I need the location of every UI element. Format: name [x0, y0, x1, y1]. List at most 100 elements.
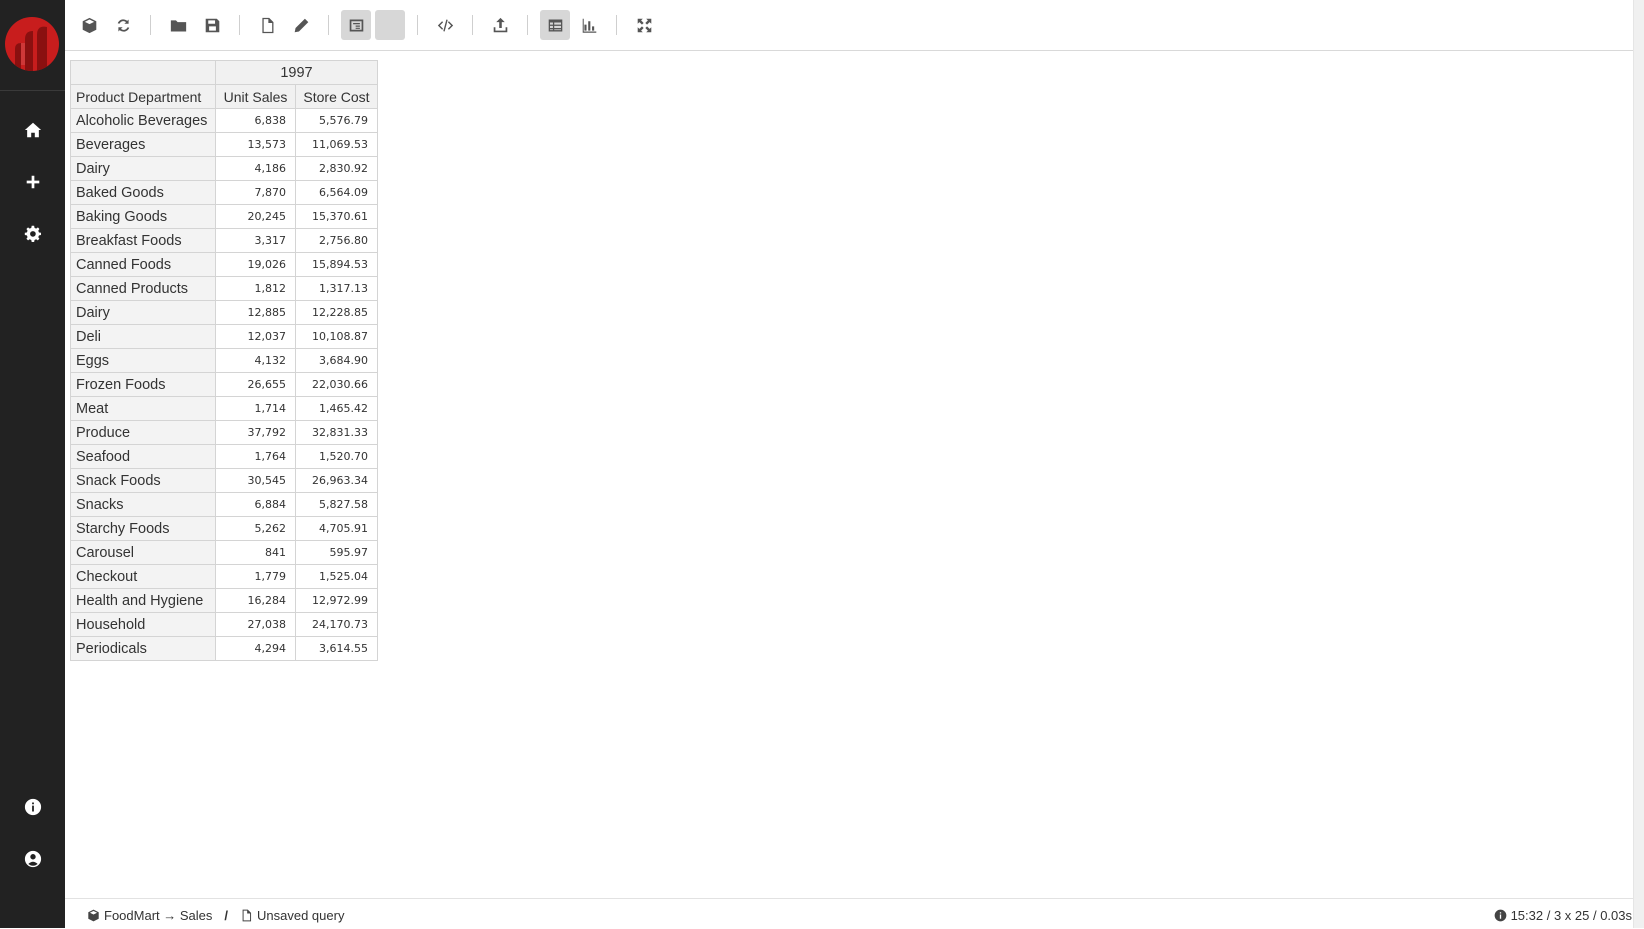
unit-sales-cell: 3,317: [215, 228, 296, 253]
row-header-cell[interactable]: Checkout: [70, 564, 216, 589]
save-query-button[interactable]: [197, 10, 227, 40]
table-row: Periodicals 4,294 3,614.55: [70, 636, 378, 661]
row-header-cell[interactable]: Baking Goods: [70, 204, 216, 229]
save-icon: [205, 18, 219, 32]
sidebar-item-settings[interactable]: [0, 214, 65, 254]
row-header-cell[interactable]: Snack Foods: [70, 468, 216, 493]
row-header-cell[interactable]: Dairy: [70, 300, 216, 325]
unit-sales-cell: 5,262: [215, 516, 296, 541]
store-cost-cell: 24,170.73: [295, 612, 378, 637]
table-row: Carousel 841 595.97: [70, 540, 378, 565]
table-row: Canned Foods 19,026 15,894.53: [70, 252, 378, 277]
row-header-cell[interactable]: Canned Foods: [70, 252, 216, 277]
unit-sales-cell: 4,132: [215, 348, 296, 373]
row-header-cell[interactable]: Seafood: [70, 444, 216, 469]
gear-icon: [24, 225, 41, 243]
store-cost-cell: 22,030.66: [295, 372, 378, 397]
unit-sales-cell: 6,838: [215, 108, 296, 133]
store-cost-cell: 11,069.53: [295, 132, 378, 157]
measure-header-unit-sales[interactable]: Unit Sales: [215, 84, 296, 109]
drill-button[interactable]: [341, 10, 371, 40]
pivot-table: 1997 Product Department Unit Sales Store…: [70, 60, 378, 661]
row-header-cell[interactable]: Health and Hygiene: [70, 588, 216, 613]
home-icon: [24, 122, 41, 138]
corner-cell: [70, 60, 216, 85]
unit-sales-cell: 27,038: [215, 612, 296, 637]
document-icon: [242, 909, 252, 922]
new-document-icon: [261, 17, 273, 33]
store-cost-cell: 2,830.92: [295, 156, 378, 181]
open-query-button[interactable]: [163, 10, 193, 40]
row-header-cell[interactable]: Produce: [70, 420, 216, 445]
fullscreen-button[interactable]: [629, 10, 659, 40]
refresh-button[interactable]: [108, 10, 138, 40]
pivot-body: Alcoholic Beverages 6,838 5,576.79 Beverage…: [70, 108, 378, 661]
row-header-cell[interactable]: Household: [70, 612, 216, 637]
toggle-button[interactable]: [375, 10, 405, 40]
unit-sales-cell: 12,885: [215, 300, 296, 325]
row-header-cell[interactable]: Starchy Foods: [70, 516, 216, 541]
row-header-cell[interactable]: Alcoholic Beverages: [70, 108, 216, 133]
mdx-button[interactable]: [430, 10, 460, 40]
year-header[interactable]: 1997: [215, 60, 378, 85]
drill-icon: [349, 19, 363, 31]
row-header-cell[interactable]: Snacks: [70, 492, 216, 517]
row-header-cell[interactable]: Frozen Foods: [70, 372, 216, 397]
table-row: Household 27,038 24,170.73: [70, 612, 378, 637]
row-header-cell[interactable]: Eggs: [70, 348, 216, 373]
sidebar-item-info[interactable]: [0, 787, 65, 827]
unit-sales-cell: 30,545: [215, 468, 296, 493]
table-row: Breakfast Foods 3,317 2,756.80: [70, 228, 378, 253]
store-cost-cell: 595.97: [295, 540, 378, 565]
cube-name[interactable]: FoodMart → Sales: [104, 908, 212, 923]
store-cost-cell: 32,831.33: [295, 420, 378, 445]
export-icon: [493, 17, 507, 32]
measure-header-store-cost[interactable]: Store Cost: [295, 84, 378, 109]
unit-sales-cell: 19,026: [215, 252, 296, 277]
row-header-cell[interactable]: Baked Goods: [70, 180, 216, 205]
table-view-button[interactable]: [540, 10, 570, 40]
store-cost-cell: 5,576.79: [295, 108, 378, 133]
chart-icon: [582, 18, 596, 33]
table-row: Meat 1,714 1,465.42: [70, 396, 378, 421]
store-cost-cell: 2,756.80: [295, 228, 378, 253]
sidebar-item-user[interactable]: [0, 839, 65, 879]
app-logo[interactable]: [5, 17, 59, 71]
code-icon: [437, 19, 453, 31]
store-cost-cell: 1,317.13: [295, 276, 378, 301]
row-header-cell[interactable]: Meat: [70, 396, 216, 421]
store-cost-cell: 5,827.58: [295, 492, 378, 517]
table-row: Baked Goods 7,870 6,564.09: [70, 180, 378, 205]
table-view-icon: [548, 19, 562, 31]
breadcrumb-separator: /: [224, 908, 228, 923]
refresh-icon: [117, 18, 129, 32]
chart-view-button[interactable]: [574, 10, 604, 40]
row-header-cell[interactable]: Periodicals: [70, 636, 216, 661]
edit-button[interactable]: [286, 10, 316, 40]
row-header-cell[interactable]: Canned Products: [70, 276, 216, 301]
export-button[interactable]: [485, 10, 515, 40]
edit-icon: [294, 18, 308, 32]
store-cost-cell: 6,564.09: [295, 180, 378, 205]
row-header-cell[interactable]: Carousel: [70, 540, 216, 565]
row-header-cell[interactable]: Breakfast Foods: [70, 228, 216, 253]
status-bar: FoodMart → Sales / Unsaved query 15:32 /…: [65, 898, 1644, 929]
unit-sales-cell: 4,294: [215, 636, 296, 661]
store-cost-cell: 1,520.70: [295, 444, 378, 469]
row-header-cell[interactable]: Dairy: [70, 156, 216, 181]
store-cost-cell: 3,614.55: [295, 636, 378, 661]
row-header-cell[interactable]: Beverages: [70, 132, 216, 157]
row-header-cell[interactable]: Deli: [70, 324, 216, 349]
query-summary: 15:32 / 3 x 25 / 0.03s: [1510, 908, 1632, 923]
sidebar-item-new-query[interactable]: [0, 162, 65, 202]
cube-button[interactable]: [74, 10, 104, 40]
row-dimension-header[interactable]: Product Department: [70, 84, 216, 109]
table-row: Canned Products 1,812 1,317.13: [70, 276, 378, 301]
vertical-scrollbar[interactable]: [1633, 0, 1644, 928]
table-row: Frozen Foods 26,655 22,030.66: [70, 372, 378, 397]
sidebar-item-home[interactable]: [0, 110, 65, 150]
sidebar: [0, 0, 65, 928]
unit-sales-cell: 1,812: [215, 276, 296, 301]
new-query-button[interactable]: [252, 10, 282, 40]
cube-icon: [88, 909, 99, 922]
